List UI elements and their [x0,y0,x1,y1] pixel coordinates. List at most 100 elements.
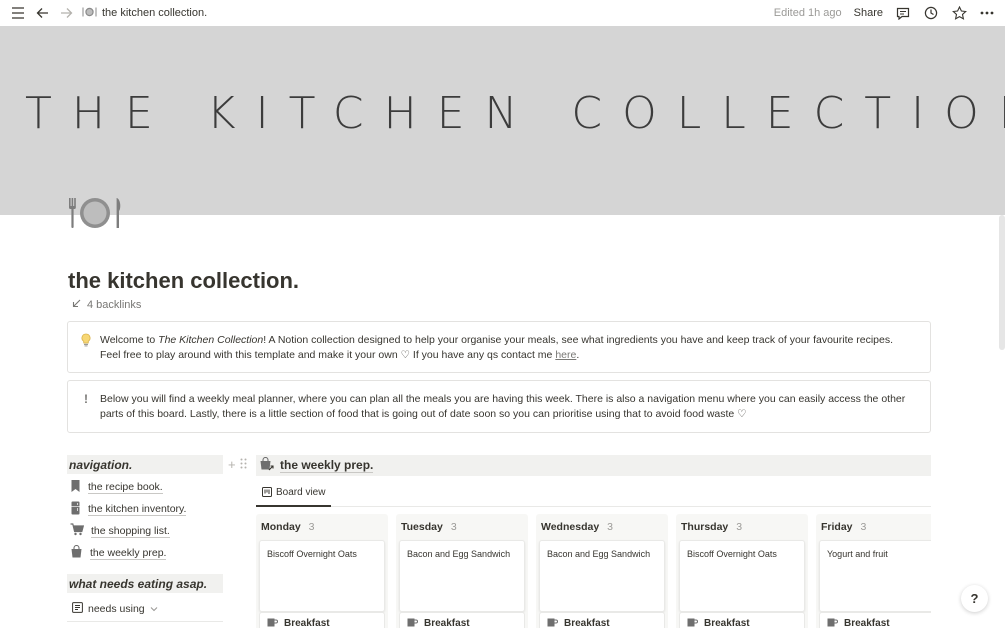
tab-label: Board view [276,487,326,498]
card-title: Biscoff Overnight Oats [267,549,357,559]
nav-item-shopping-list[interactable]: the shopping list. [70,523,170,539]
backlink-arrow-icon [72,299,81,311]
nav-item-label: the weekly prep. [90,546,167,560]
board-card[interactable]: Yogurt and fruit [819,540,931,612]
chevron-down-icon [150,603,158,615]
more-icon[interactable] [979,5,995,21]
column-title: Tuesday [401,521,443,533]
board-icon [262,487,272,500]
nav-item-kitchen-inventory[interactable]: the kitchen inventory. [70,501,187,518]
mug-icon [687,618,698,628]
contact-link[interactable]: here [555,349,576,361]
card-tag: Breakfast [284,618,330,628]
help-button[interactable]: ? [961,585,988,612]
column-count: 3 [308,521,315,533]
card-title: Bacon and Egg Sandwich [407,549,511,559]
card-title: Biscoff Overnight Oats [687,549,777,559]
bookmark-icon [70,479,81,496]
card-title: Bacon and Egg Sandwich [547,549,651,559]
board-card[interactable]: Biscoff Overnight Oats [259,540,385,612]
plate-icon [82,7,97,20]
fridge-icon [70,501,81,518]
share-button[interactable]: Share [854,7,883,19]
navigation-heading: navigation. [67,455,223,474]
card-tag: Breakfast [704,618,750,628]
edited-timestamp: Edited 1h ago [773,7,842,19]
nav-item-label: the kitchen inventory. [88,503,187,516]
comment-icon[interactable] [895,5,911,21]
bag-link-icon [259,456,275,474]
board-card[interactable]: Breakfast [679,612,805,628]
welcome-text-end: . [576,349,580,361]
column-count: 3 [607,521,614,533]
mug-icon [827,618,838,628]
board-column-friday: Friday 3 Yogurt and fruit Breakfast [816,514,931,628]
star-icon[interactable] [951,5,967,21]
column-count: 3 [450,521,457,533]
board-card[interactable]: Breakfast [819,612,931,628]
plate-icon[interactable] [67,194,123,232]
weekly-prep-heading[interactable]: the weekly prep. [256,455,931,476]
board-card[interactable]: Biscoff Overnight Oats [679,540,805,612]
exclamation-icon: ! [84,392,88,406]
nav-item-label: the recipe book. [88,481,163,494]
tab-board-view[interactable]: Board view [256,484,332,507]
column-title: Friday [821,521,853,533]
mug-icon [547,618,558,628]
block-handle[interactable]: + [228,457,247,472]
view-tabs: Board view [256,484,931,507]
cover-image: THE KITCHEN COLLECTION [0,26,1005,215]
list-view-icon [72,602,83,616]
board-card[interactable]: Bacon and Egg Sandwich [539,540,665,612]
column-title: Wednesday [541,521,600,533]
board: Monday 3 Biscoff Overnight Oats Breakfast… [256,514,931,628]
needs-using-label: needs using [88,603,145,615]
breadcrumb-label: the kitchen collection. [102,7,208,19]
welcome-callout: Welcome to The Kitchen Collection! A Not… [67,321,931,373]
backlinks-label: 4 backlinks [87,299,142,311]
column-title: Thursday [681,521,729,533]
card-tag: Breakfast [844,618,890,628]
board-card[interactable]: Bacon and Egg Sandwich [399,540,525,612]
column-count: 3 [736,521,743,533]
breadcrumb[interactable]: the kitchen collection. [82,7,207,20]
mug-icon [407,618,418,628]
needs-using-view[interactable]: needs using [72,602,158,616]
nav-item-recipe-book[interactable]: the recipe book. [70,479,163,496]
weekly-prep-title: the weekly prep. [280,458,374,473]
board-column-thursday: Thursday 3 Biscoff Overnight Oats Breakfa… [676,514,808,628]
column-count: 3 [860,521,867,533]
bag-icon [70,544,83,561]
cart-icon [70,523,85,539]
needs-eating-heading: what needs eating asap. [67,574,223,593]
scrollbar[interactable] [999,215,1005,350]
board-column-wednesday: Wednesday 3 Bacon and Egg Sandwich Breakf… [536,514,668,628]
top-bar: the kitchen collection. Edited 1h ago Sh… [0,0,1005,26]
backlinks[interactable]: 4 backlinks [72,299,141,311]
board-card[interactable]: Breakfast [399,612,525,628]
lightbulb-icon [79,333,93,351]
column-title: Monday [261,521,301,533]
board-column-tuesday: Tuesday 3 Bacon and Egg Sandwich Breakfas… [396,514,528,628]
divider [67,621,223,622]
board-card[interactable]: Breakfast [539,612,665,628]
cover-title: THE KITCHEN COLLECTION [25,88,1005,139]
card-title: Yogurt and fruit [827,549,888,559]
menu-icon[interactable] [10,5,26,21]
clock-icon[interactable] [923,5,939,21]
nav-item-label: the shopping list. [91,524,170,538]
mug-icon [267,618,278,628]
info-text: Below you will find a weekly meal planne… [100,393,906,420]
nav-item-weekly-prep[interactable]: the weekly prep. [70,544,167,561]
welcome-text-italic: The Kitchen Collection [158,334,264,346]
card-tag: Breakfast [564,618,610,628]
board-card[interactable]: Breakfast [259,612,385,628]
welcome-text-pre: Welcome to [100,334,159,346]
forward-arrow-icon[interactable] [58,5,74,21]
card-tag: Breakfast [424,618,470,628]
back-arrow-icon[interactable] [34,5,50,21]
page-title: the kitchen collection. [68,268,300,293]
info-callout: ! Below you will find a weekly meal plan… [67,380,931,433]
plus-icon[interactable]: + [228,457,236,472]
drag-handle-icon[interactable] [240,457,247,472]
